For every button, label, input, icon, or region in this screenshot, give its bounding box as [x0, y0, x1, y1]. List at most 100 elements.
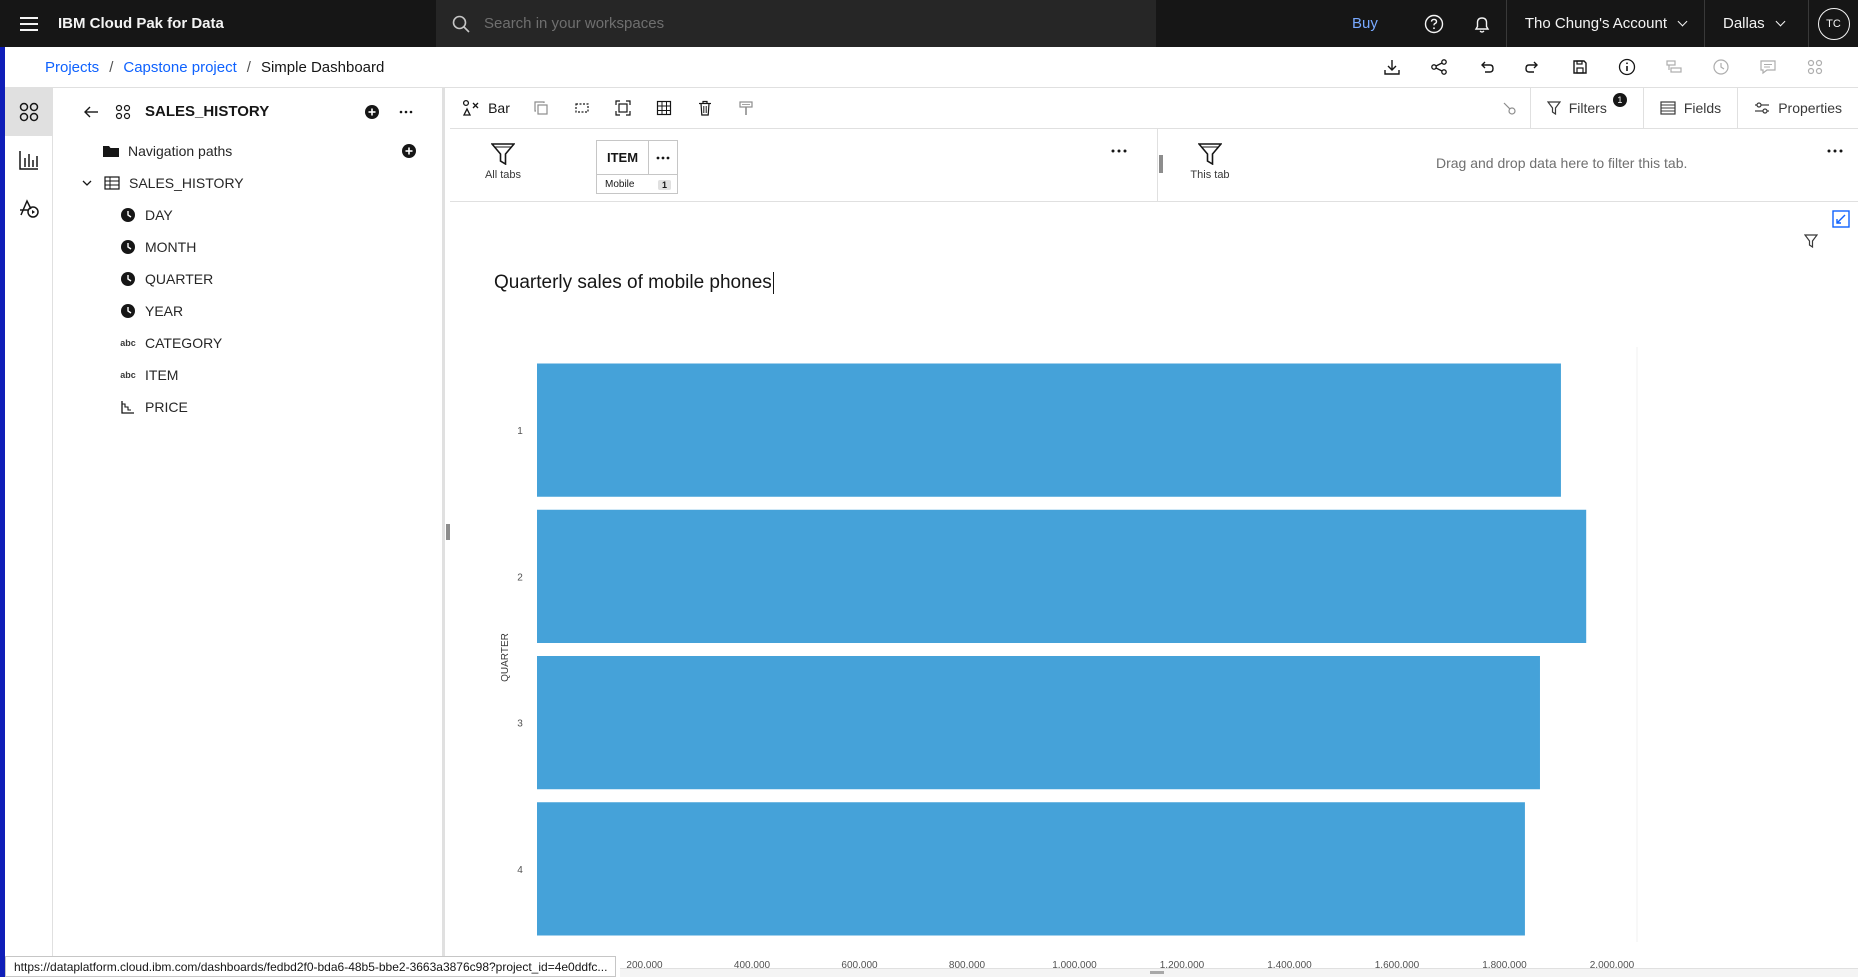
status-bar-url: https://dataplatform.cloud.ibm.com/dashb… — [5, 956, 617, 977]
download-icon[interactable] — [1368, 47, 1415, 87]
search-input[interactable] — [484, 15, 1144, 32]
undo-icon[interactable] — [1462, 47, 1509, 87]
history-icon[interactable] — [1697, 47, 1744, 87]
change-visualization-button[interactable]: Bar — [450, 88, 512, 128]
redo-icon[interactable] — [1509, 47, 1556, 87]
product-name[interactable]: IBM Cloud Pak for Data — [58, 15, 436, 32]
show-data-table-icon[interactable] — [643, 88, 684, 128]
filter-divider-handle[interactable] — [1159, 155, 1163, 173]
canvas-toolbar: Bar Filters 1 Fields Properties — [450, 88, 1858, 129]
field-label: CATEGORY — [145, 335, 223, 351]
filter-chip-value: Mobile — [605, 179, 635, 190]
duplicate-icon[interactable] — [520, 88, 561, 128]
region-switcher[interactable]: Dallas — [1704, 0, 1808, 47]
chart-bar[interactable] — [537, 802, 1525, 936]
format-painter-icon[interactable] — [725, 88, 766, 128]
horizontal-scrollbar[interactable] — [620, 968, 1858, 977]
chevron-down-icon[interactable] — [81, 177, 93, 189]
chart-bar[interactable] — [537, 656, 1540, 790]
field-row-year[interactable]: YEAR — [53, 295, 442, 327]
field-label: YEAR — [145, 303, 184, 319]
overflow-menu-icon[interactable] — [1110, 141, 1128, 159]
global-search — [436, 0, 1156, 47]
filter-chip-count: 1 — [657, 179, 671, 190]
breadcrumb-bar: Projects / Capstone project / Simple Das… — [5, 47, 1858, 88]
time-icon — [119, 303, 137, 319]
field-row-category[interactable]: abc CATEGORY — [53, 327, 442, 359]
chart-bar[interactable] — [537, 509, 1587, 643]
rail-sources[interactable] — [5, 88, 53, 136]
field-row-price[interactable]: PRICE — [53, 391, 442, 423]
filter-chip-field: ITEM — [597, 141, 649, 174]
menu-icon[interactable] — [0, 0, 58, 47]
back-arrow-icon[interactable] — [83, 104, 99, 120]
account-label: Tho Chung's Account — [1524, 15, 1667, 32]
navigation-paths-row[interactable]: Navigation paths — [53, 135, 442, 167]
relationships-icon[interactable] — [1791, 47, 1838, 87]
filter-icon — [1546, 101, 1561, 115]
x-tick-label: 1,400,000 — [1267, 960, 1312, 968]
rail-assistant[interactable] — [5, 184, 53, 232]
info-icon[interactable] — [1603, 47, 1650, 87]
rail-visualizations[interactable] — [5, 136, 53, 184]
search-key-icon[interactable] — [1489, 88, 1530, 128]
table-row-sales-history[interactable]: SALES_HISTORY — [53, 167, 442, 199]
chart-bar[interactable] — [537, 363, 1561, 497]
account-switcher[interactable]: Tho Chung's Account — [1505, 0, 1704, 47]
add-source-icon[interactable] — [364, 104, 380, 120]
filters-tab[interactable]: Filters 1 — [1529, 88, 1643, 128]
delete-icon[interactable] — [684, 88, 725, 128]
data-panel-header: SALES_HISTORY — [53, 88, 442, 135]
field-row-quarter[interactable]: QUARTER — [53, 263, 442, 295]
x-tick-label: 1,000,000 — [1052, 960, 1097, 968]
data-source-name: SALES_HISTORY — [145, 103, 270, 120]
properties-tab[interactable]: Properties — [1737, 88, 1858, 128]
y-tick-label: 4 — [517, 865, 523, 876]
buy-link[interactable]: Buy — [1352, 15, 1378, 32]
properties-panel-icon[interactable] — [1650, 47, 1697, 87]
x-tick-label: 400,000 — [734, 960, 771, 968]
save-icon[interactable] — [1556, 47, 1603, 87]
breadcrumb-capstone-project[interactable]: Capstone project — [123, 59, 236, 76]
filters-count-badge: 1 — [1612, 93, 1627, 107]
overflow-menu-icon[interactable] — [649, 141, 677, 174]
breadcrumb-current: Simple Dashboard — [260, 58, 385, 76]
assistant-icon — [20, 199, 39, 218]
select-area-icon[interactable] — [561, 88, 602, 128]
folder-icon — [102, 144, 120, 158]
notification-bell-icon[interactable] — [1458, 0, 1506, 47]
this-tab-filter-button[interactable]: This tab — [1185, 143, 1235, 181]
breadcrumb-projects[interactable]: Projects — [45, 59, 99, 76]
overflow-menu-icon[interactable] — [398, 104, 414, 120]
table-label: SALES_HISTORY — [129, 175, 244, 191]
filter-icon — [491, 143, 515, 165]
x-tick-label: 1,200,000 — [1160, 960, 1205, 968]
filter-chip-item[interactable]: ITEM Mobile 1 — [596, 140, 678, 194]
this-tab-filter-section: This tab Drag and drop data here to filt… — [1166, 129, 1858, 201]
navigation-paths-label: Navigation paths — [128, 143, 233, 159]
table-icon — [103, 176, 121, 190]
help-icon[interactable] — [1410, 0, 1458, 47]
all-tabs-filter-section: All tabs ITEM Mobile 1 — [450, 129, 1158, 201]
bar-chart[interactable]: 12340200,000400,000600,000800,0001,000,0… — [450, 202, 1858, 968]
data-source-icon — [115, 104, 131, 119]
properties-label: Properties — [1778, 100, 1842, 116]
comment-icon[interactable] — [1744, 47, 1791, 87]
y-axis-label: QUARTER — [500, 633, 511, 682]
filter-drop-hint: Drag and drop data here to filter this t… — [1436, 155, 1688, 171]
overflow-menu-icon[interactable] — [1826, 141, 1844, 159]
field-row-day[interactable]: DAY — [53, 199, 442, 231]
focus-icon[interactable] — [602, 88, 643, 128]
x-tick-label: 1,600,000 — [1375, 960, 1420, 968]
time-icon — [119, 271, 137, 287]
add-navigation-path-icon[interactable] — [401, 143, 417, 159]
field-row-month[interactable]: MONTH — [53, 231, 442, 263]
data-panel: SALES_HISTORY Navigation paths SALES_HIS… — [53, 88, 445, 968]
field-row-item[interactable]: abc ITEM — [53, 359, 442, 391]
share-icon[interactable] — [1415, 47, 1462, 87]
all-tabs-filter-button[interactable]: All tabs — [478, 143, 528, 181]
fields-tab[interactable]: Fields — [1642, 88, 1737, 128]
visualization-type-icon — [463, 99, 479, 116]
avatar[interactable]: TC — [1817, 7, 1850, 40]
x-tick-label: 200,000 — [626, 960, 663, 968]
